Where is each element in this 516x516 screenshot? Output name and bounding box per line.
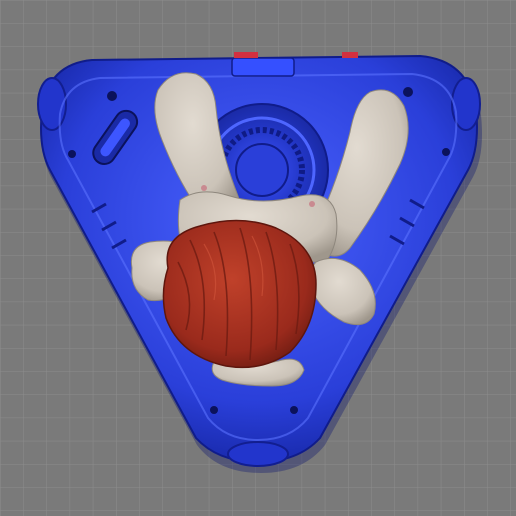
3d-viewport[interactable] bbox=[0, 0, 516, 516]
figure-torso-detail bbox=[309, 201, 315, 207]
base-top-slot bbox=[231, 57, 295, 77]
viewport-canvas[interactable] bbox=[0, 0, 516, 516]
base-accent-left bbox=[234, 52, 258, 58]
figure-hair bbox=[162, 219, 317, 369]
base-hole bbox=[210, 406, 218, 414]
base-hole bbox=[290, 406, 298, 414]
base-hole bbox=[403, 87, 413, 97]
base-hole bbox=[68, 150, 76, 158]
base-hole bbox=[107, 91, 117, 101]
figure-torso-detail bbox=[201, 185, 207, 191]
base-hole bbox=[442, 148, 450, 156]
base-bottom-cylinder bbox=[227, 441, 289, 467]
base-accent-right bbox=[342, 52, 358, 58]
